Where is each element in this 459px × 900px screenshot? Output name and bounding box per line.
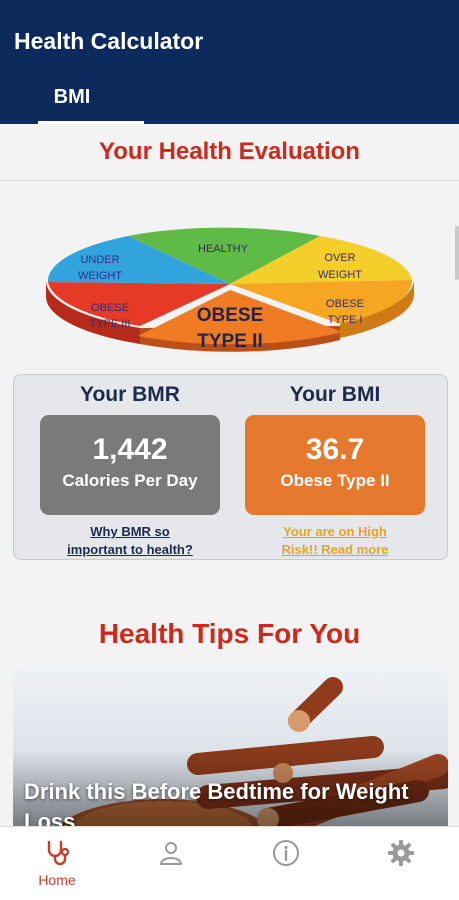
pie-label-obese-type-iii-1: OBESE xyxy=(91,302,129,314)
info-icon xyxy=(273,840,299,866)
nav-settings[interactable] xyxy=(344,827,458,900)
tab-bmi-label: BMI xyxy=(53,86,91,108)
bmr-link-line-2: important to health? xyxy=(67,542,193,557)
profile-icon xyxy=(159,842,183,865)
stethoscope-icon xyxy=(47,840,70,866)
main-content[interactable]: Your Health Evaluation HEALTHY OVER WEIG… xyxy=(0,124,459,826)
tab-bmi[interactable]: BMI xyxy=(19,86,144,124)
bmi-value: 36.7 xyxy=(305,433,365,466)
bmi-category-pie-chart: HEALTHY OVER WEIGHT OBESE TYPE I OBESE T… xyxy=(46,227,415,352)
divider xyxy=(0,180,459,181)
gear-icon xyxy=(388,840,414,866)
bmr-info-link[interactable]: Why BMR so important to health? xyxy=(40,523,220,559)
app-header: Health Calculator BMI xyxy=(0,0,459,124)
evaluation-title: Your Health Evaluation xyxy=(99,138,360,165)
bmi-link-line-2: Risk!! Read more xyxy=(281,542,389,557)
pie-label-over-weight-1: OVER xyxy=(324,252,355,264)
bmi-value-box: 36.7 Obese Type II xyxy=(245,415,425,515)
health-tips-title: Health Tips For You xyxy=(98,618,361,649)
pie-label-obese-type-ii-1: OBESE xyxy=(197,305,264,326)
bmr-value: 1,442 xyxy=(92,433,168,466)
nav-info[interactable] xyxy=(229,827,343,900)
nav-home[interactable]: Home xyxy=(0,827,114,900)
pie-label-obese-type-iii-2: TYPE III xyxy=(90,318,131,330)
pie-label-obese-type-i-1: OBESE xyxy=(326,298,364,310)
bottom-navigation: Home xyxy=(0,826,459,900)
bmr-column: Your BMR 1,442 Calories Per Day Why BMR … xyxy=(40,381,220,559)
app-title: Health Calculator xyxy=(14,28,204,54)
bmi-risk-link[interactable]: Your are on High Risk!! Read more xyxy=(245,523,425,559)
bmr-unit: Calories Per Day xyxy=(62,471,198,490)
pie-label-under-weight-1: UNDER xyxy=(80,254,119,266)
scrollbar[interactable] xyxy=(455,226,459,280)
nav-home-label: Home xyxy=(38,872,76,888)
pie-label-obese-type-i-2: TYPE I xyxy=(328,314,363,326)
bmr-link-line-1: Why BMR so xyxy=(90,524,170,539)
pie-label-obese-type-ii-2: TYPE II xyxy=(197,331,262,352)
pie-label-under-weight-2: WEIGHT xyxy=(78,270,122,282)
tip-article-title: Drink this Before Bedtime for Weight Los… xyxy=(24,779,409,826)
pie-label-healthy: HEALTHY xyxy=(198,243,249,255)
bmi-link-line-1: Your are on High xyxy=(283,524,387,539)
nav-profile[interactable] xyxy=(114,827,228,900)
bmi-category: Obese Type II xyxy=(280,471,390,490)
stats-card: Your BMR 1,442 Calories Per Day Why BMR … xyxy=(13,374,448,560)
health-tip-card[interactable]: Drink this Before Bedtime for Weight Los… xyxy=(13,669,448,826)
bmi-column: Your BMI 36.7 Obese Type II Your are on … xyxy=(245,381,425,559)
bmr-value-box: 1,442 Calories Per Day xyxy=(40,415,220,515)
pie-label-over-weight-2: WEIGHT xyxy=(318,269,362,281)
bmr-heading: Your BMR xyxy=(80,383,180,406)
bmi-heading: Your BMI xyxy=(289,383,381,406)
